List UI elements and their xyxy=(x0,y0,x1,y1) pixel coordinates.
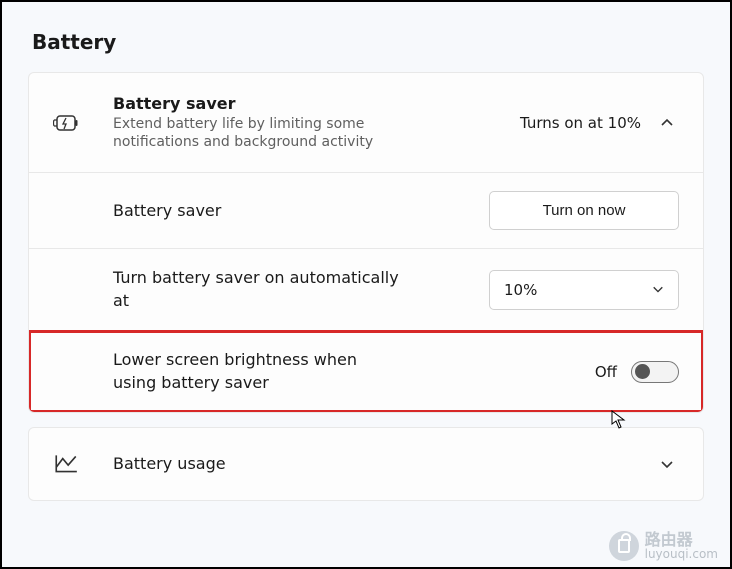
battery-saver-title: Battery saver xyxy=(113,93,520,115)
battery-saver-card: Battery saver Extend battery life by lim… xyxy=(28,72,704,413)
toggle-knob xyxy=(635,364,650,379)
turn-on-now-button[interactable]: Turn on now xyxy=(489,191,679,230)
battery-saver-icon xyxy=(53,112,113,134)
watermark-brand: 路由器 xyxy=(645,532,718,548)
battery-usage-icon xyxy=(53,453,113,475)
battery-saver-toggle-row: Battery saver Turn on now xyxy=(29,173,703,249)
battery-usage-row[interactable]: Battery usage xyxy=(29,428,703,500)
lower-brightness-state: Off xyxy=(595,363,617,381)
auto-threshold-select[interactable]: 10% xyxy=(489,270,679,310)
battery-usage-card: Battery usage xyxy=(28,427,704,501)
chevron-down-icon xyxy=(655,457,679,471)
battery-saver-text: Battery saver Extend battery life by lim… xyxy=(113,93,520,152)
battery-saver-header-row[interactable]: Battery saver Extend battery life by lim… xyxy=(29,73,703,173)
battery-saver-description: Extend battery life by limiting some not… xyxy=(113,115,433,153)
auto-threshold-label: Turn battery saver on automatically at xyxy=(113,267,403,312)
chevron-down-icon xyxy=(652,281,664,299)
lower-brightness-label: Lower screen brightness when using batte… xyxy=(113,349,403,394)
auto-threshold-value: 10% xyxy=(504,281,537,299)
battery-usage-title: Battery usage xyxy=(113,453,403,475)
lock-icon xyxy=(609,531,639,561)
battery-saver-status: Turns on at 10% xyxy=(520,114,641,132)
lower-brightness-toggle[interactable] xyxy=(631,361,679,383)
auto-threshold-row: Turn battery saver on automatically at 1… xyxy=(29,249,703,331)
section-title-battery: Battery xyxy=(32,30,704,54)
lower-brightness-row: Lower screen brightness when using batte… xyxy=(29,331,703,412)
watermark-domain: luyouqi.com xyxy=(645,548,718,560)
watermark: 路由器 luyouqi.com xyxy=(609,531,718,561)
battery-saver-sub-label: Battery saver xyxy=(113,200,403,222)
chevron-up-icon xyxy=(655,116,679,130)
